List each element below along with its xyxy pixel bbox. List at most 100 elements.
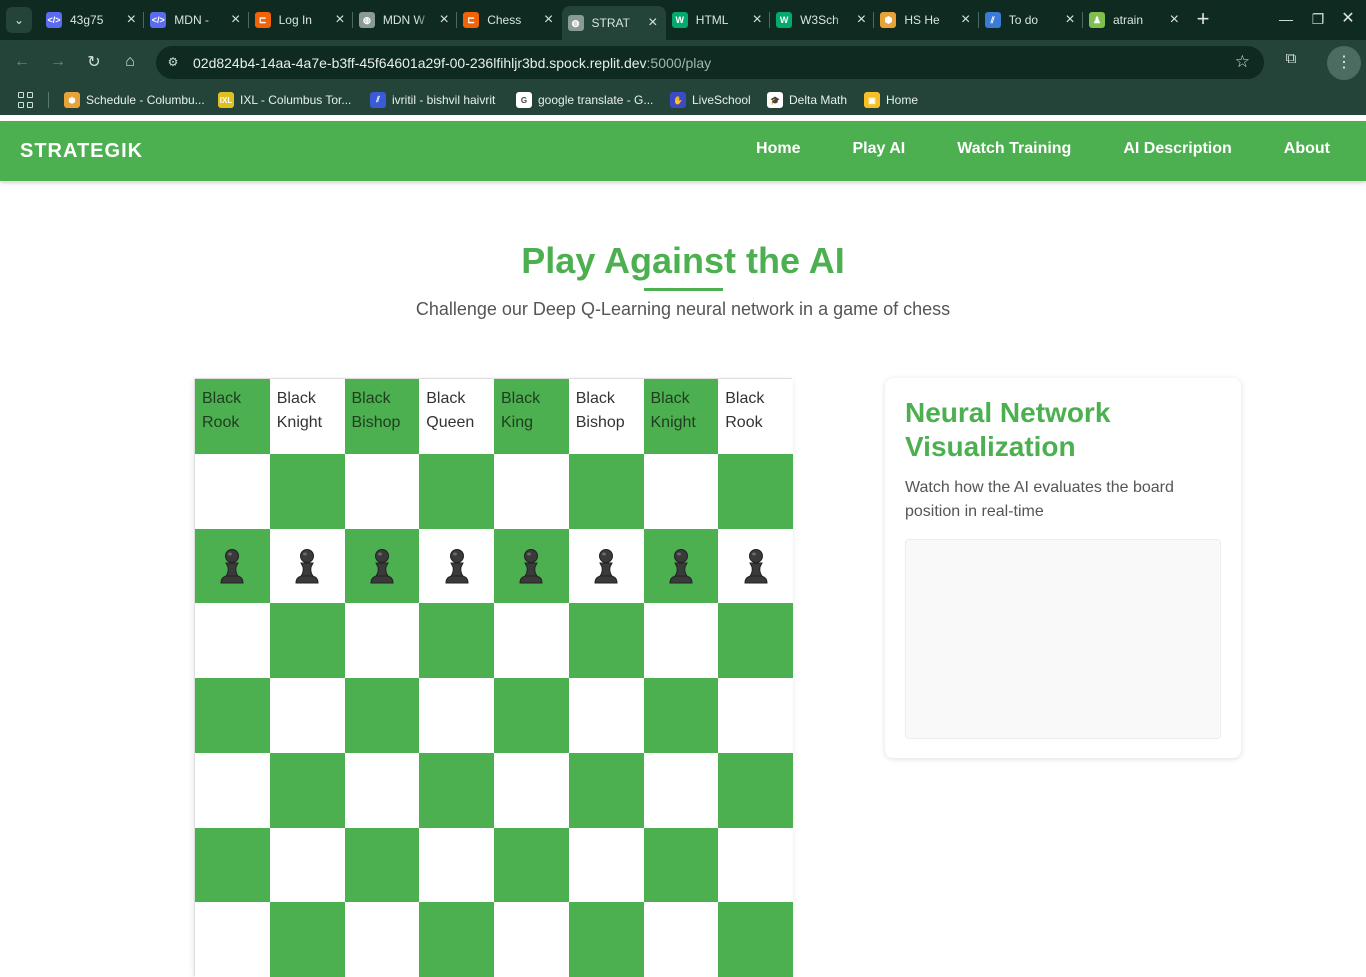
apps-grid-icon[interactable] — [18, 92, 34, 108]
board-square[interactable] — [419, 902, 494, 977]
board-square[interactable] — [568, 603, 644, 678]
tab-close-icon[interactable]: × — [857, 12, 866, 28]
board-square[interactable] — [269, 453, 345, 529]
tab-1[interactable]: </> MDN - × — [144, 6, 248, 34]
board-square[interactable] — [195, 678, 270, 753]
board-square[interactable]: Black Queen — [419, 379, 494, 454]
board-square[interactable] — [494, 752, 569, 828]
board-square[interactable] — [643, 603, 719, 678]
tab-9[interactable]: ⫽ To do × — [979, 6, 1083, 34]
board-square[interactable] — [643, 902, 719, 977]
board-square[interactable] — [718, 453, 793, 529]
close-window-icon[interactable]: ✕ — [1338, 8, 1358, 30]
board-square[interactable] — [195, 603, 270, 678]
black-pawn-icon[interactable] — [644, 529, 719, 604]
tab-2[interactable]: ⊏ Log In × — [249, 6, 353, 34]
board-square[interactable] — [718, 902, 793, 977]
back-icon[interactable]: ← — [10, 50, 34, 74]
board-square[interactable]: Black Bishop — [344, 379, 420, 454]
board-square[interactable] — [643, 752, 719, 828]
black-pawn-icon[interactable] — [718, 529, 793, 604]
board-square[interactable]: Black King — [494, 379, 569, 454]
black-pawn-icon[interactable] — [569, 529, 644, 604]
tab-close-icon[interactable]: × — [544, 12, 553, 28]
board-square[interactable] — [494, 827, 569, 903]
board-square[interactable] — [643, 528, 719, 604]
reload-icon[interactable]: ↻ — [82, 50, 106, 74]
tab-close-icon[interactable]: × — [1170, 12, 1179, 28]
board-square[interactable] — [568, 528, 644, 604]
board-square[interactable] — [344, 603, 420, 678]
bookmark-2[interactable]: ⫽ ivritil - bishvil haivrit — [370, 92, 495, 108]
board-square[interactable] — [718, 603, 793, 678]
tab-close-icon[interactable]: × — [961, 12, 970, 28]
nav-link-play-ai[interactable]: Play AI — [852, 140, 905, 158]
tab-close-icon[interactable]: × — [440, 12, 449, 28]
board-square[interactable]: Black Knight — [269, 379, 345, 454]
bookmark-3[interactable]: Ggoogle translate - G... — [516, 92, 653, 108]
board-square[interactable] — [269, 827, 345, 903]
board-square[interactable]: Black Knight — [643, 379, 719, 454]
board-square[interactable] — [494, 902, 569, 977]
nav-link-ai-description[interactable]: AI Description — [1123, 140, 1231, 158]
tab-search-button[interactable]: ⌄ — [6, 7, 32, 33]
tab-close-icon[interactable]: × — [648, 15, 657, 31]
tab-6[interactable]: W HTML × — [666, 6, 770, 34]
board-square[interactable] — [195, 827, 270, 903]
black-pawn-icon[interactable] — [345, 529, 420, 604]
board-square[interactable] — [643, 827, 719, 903]
board-square[interactable] — [494, 528, 569, 604]
address-bar[interactable]: ⚙ 02d824b4-14aa-4a7e-b3ff-45f64601a29f-0… — [156, 46, 1264, 79]
black-pawn-icon[interactable] — [270, 529, 345, 604]
board-square[interactable] — [195, 453, 270, 529]
tab-close-icon[interactable]: × — [1065, 12, 1074, 28]
bookmark-6[interactable]: ▣ Home — [864, 92, 918, 108]
forward-icon[interactable]: → — [46, 50, 70, 74]
board-square[interactable] — [269, 902, 345, 977]
bookmark-star-icon[interactable]: ☆ — [1235, 52, 1250, 72]
new-tab-button[interactable]: + — [1192, 8, 1214, 30]
board-square[interactable] — [195, 528, 270, 604]
bookmark-5[interactable]: 🎓 Delta Math — [767, 92, 847, 108]
nav-link-home[interactable]: Home — [756, 140, 800, 158]
board-square[interactable] — [419, 827, 494, 903]
board-square[interactable] — [568, 453, 644, 529]
tab-close-icon[interactable]: × — [335, 12, 344, 28]
board-square[interactable] — [195, 902, 270, 977]
board-square[interactable] — [643, 678, 719, 753]
board-square[interactable] — [568, 752, 644, 828]
black-pawn-icon[interactable] — [494, 529, 569, 604]
tab-close-icon[interactable]: × — [127, 12, 136, 28]
board-square[interactable] — [269, 603, 345, 678]
board-square[interactable] — [419, 678, 494, 753]
board-square[interactable] — [419, 603, 494, 678]
bookmark-0[interactable]: ⬢ Schedule - Columbu... — [64, 92, 205, 108]
board-square[interactable] — [344, 902, 420, 977]
tab-3[interactable]: ◍ MDN W × — [353, 6, 457, 34]
board-square[interactable] — [269, 752, 345, 828]
black-pawn-icon[interactable] — [419, 529, 494, 604]
board-square[interactable] — [344, 678, 420, 753]
board-square[interactable] — [195, 752, 270, 828]
tab-close-icon[interactable]: × — [231, 12, 240, 28]
board-square[interactable] — [568, 827, 644, 903]
tab-4[interactable]: ⊏ Chess × — [457, 6, 561, 34]
url-text[interactable]: 02d824b4-14aa-4a7e-b3ff-45f64601a29f-00-… — [193, 55, 711, 71]
board-square[interactable] — [568, 902, 644, 977]
tab-5[interactable]: ◍ STRAT × — [561, 6, 666, 40]
board-square[interactable] — [718, 827, 793, 903]
board-square[interactable] — [344, 453, 420, 529]
site-info-icon[interactable]: ⚙ — [164, 53, 182, 71]
tab-10[interactable]: ♟ atrain × — [1083, 6, 1187, 34]
board-square[interactable] — [344, 752, 420, 828]
tab-close-icon[interactable]: × — [752, 12, 761, 28]
site-brand[interactable]: STRATEGIK — [20, 140, 143, 163]
board-square[interactable] — [419, 752, 494, 828]
minimize-icon[interactable]: — — [1276, 8, 1296, 30]
extensions-icon[interactable]: ⧉ — [1280, 50, 1302, 72]
board-square[interactable] — [568, 678, 644, 753]
bookmark-1[interactable]: IXL IXL - Columbus Tor... — [218, 92, 351, 108]
board-square[interactable] — [494, 603, 569, 678]
board-square[interactable] — [419, 453, 494, 529]
nav-link-about[interactable]: About — [1284, 140, 1330, 158]
